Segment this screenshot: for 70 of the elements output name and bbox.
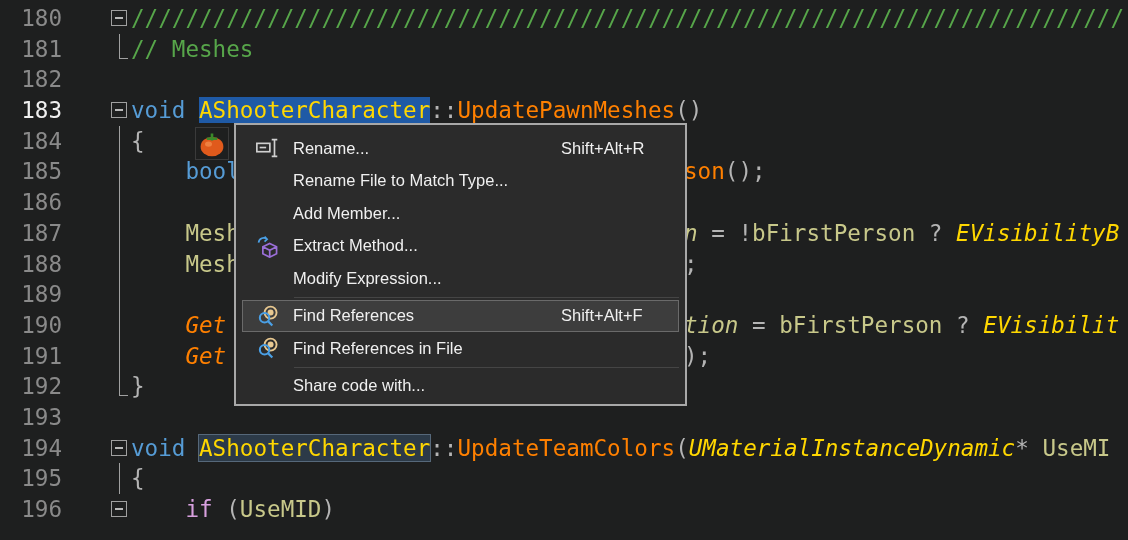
code-token: AShooterCharacter xyxy=(199,97,431,124)
collapse-icon[interactable] xyxy=(111,10,127,27)
code-token: = xyxy=(751,311,767,338)
menu-item[interactable]: Add Member... xyxy=(242,197,679,230)
line-number: 193 xyxy=(20,402,62,432)
code-token: bool xyxy=(184,158,240,185)
code-token: ( xyxy=(675,434,689,461)
line-number: 180 xyxy=(20,4,62,33)
code-token: tion xyxy=(684,311,739,338)
line-number: 183 xyxy=(20,96,62,126)
code-token: = ! xyxy=(710,219,753,246)
menu-item[interactable]: Modify Expression... xyxy=(242,262,679,295)
code-token: EVisibilityB xyxy=(956,219,1120,246)
line-number: 182 xyxy=(20,65,62,95)
outline-line xyxy=(119,463,120,494)
code-token: :: xyxy=(430,434,458,461)
line-number: 190 xyxy=(20,310,62,340)
code-token: ) xyxy=(321,496,336,522)
code-token: ? xyxy=(955,311,971,338)
code-comment: ///////////////////////////////////////////////////////////////////////// xyxy=(131,5,1124,31)
code-token: son xyxy=(684,158,725,185)
code-token: void xyxy=(131,434,187,461)
code-token: ); xyxy=(684,342,712,369)
code-token: UseMI xyxy=(1042,434,1111,461)
line-number: 196 xyxy=(20,495,62,524)
line-number: 195 xyxy=(20,464,62,494)
collapse-icon[interactable] xyxy=(111,102,127,119)
code-token: ? xyxy=(927,219,944,246)
code-token: { xyxy=(131,465,145,492)
code-token: UpdateTeamColors xyxy=(457,434,676,461)
code-token: ( xyxy=(225,496,240,522)
line-number: 188 xyxy=(20,249,62,279)
code-token: Get xyxy=(184,311,227,338)
line-number: 189 xyxy=(20,280,62,310)
menu-item[interactable]: Find References Shift+Alt+F xyxy=(242,299,679,332)
line-number: 187 xyxy=(20,218,62,248)
menu-item[interactable]: Rename... Shift+Alt+R xyxy=(242,132,679,165)
menu-item[interactable]: Find References in File xyxy=(242,332,679,365)
menu-item[interactable]: Share code with... xyxy=(242,369,679,402)
line-number: 181 xyxy=(20,34,62,64)
line-number: 185 xyxy=(20,157,62,187)
collapse-icon[interactable] xyxy=(111,501,127,518)
code-token: ; xyxy=(684,250,698,277)
code-token: bFirstPerson xyxy=(779,311,943,338)
code-token: EVisibilit xyxy=(983,311,1120,338)
code-token: } xyxy=(131,373,145,400)
code-token: if xyxy=(184,496,213,522)
line-number: 186 xyxy=(20,188,62,218)
code-token: Get xyxy=(184,342,227,369)
code-token: { xyxy=(131,127,145,154)
code-token: UMaterialInstanceDynamic xyxy=(688,434,1016,461)
code-token: () xyxy=(675,97,703,124)
menu-item[interactable]: Extract Method... xyxy=(242,229,679,262)
code-token: UseMID xyxy=(239,496,322,522)
quick-actions-button[interactable] xyxy=(195,127,229,160)
line-number: 192 xyxy=(20,372,62,402)
outline-line xyxy=(119,33,128,59)
code-token: void xyxy=(131,97,187,124)
line-number: 184 xyxy=(20,126,62,156)
code-token: :: xyxy=(430,97,458,124)
code-token: AShooterCharacter xyxy=(199,434,431,461)
collapse-icon[interactable] xyxy=(111,439,127,456)
code-comment: // Meshes xyxy=(131,35,254,62)
line-number: 194 xyxy=(20,433,62,463)
code-token: (); xyxy=(724,158,766,185)
menu-item[interactable]: Rename File to Match Type... xyxy=(242,164,679,197)
code-token: UpdatePawnMeshes xyxy=(457,97,676,124)
code-token: bFirstPerson xyxy=(752,219,916,246)
code-token: * xyxy=(1015,434,1030,461)
line-number: 191 xyxy=(20,341,62,371)
